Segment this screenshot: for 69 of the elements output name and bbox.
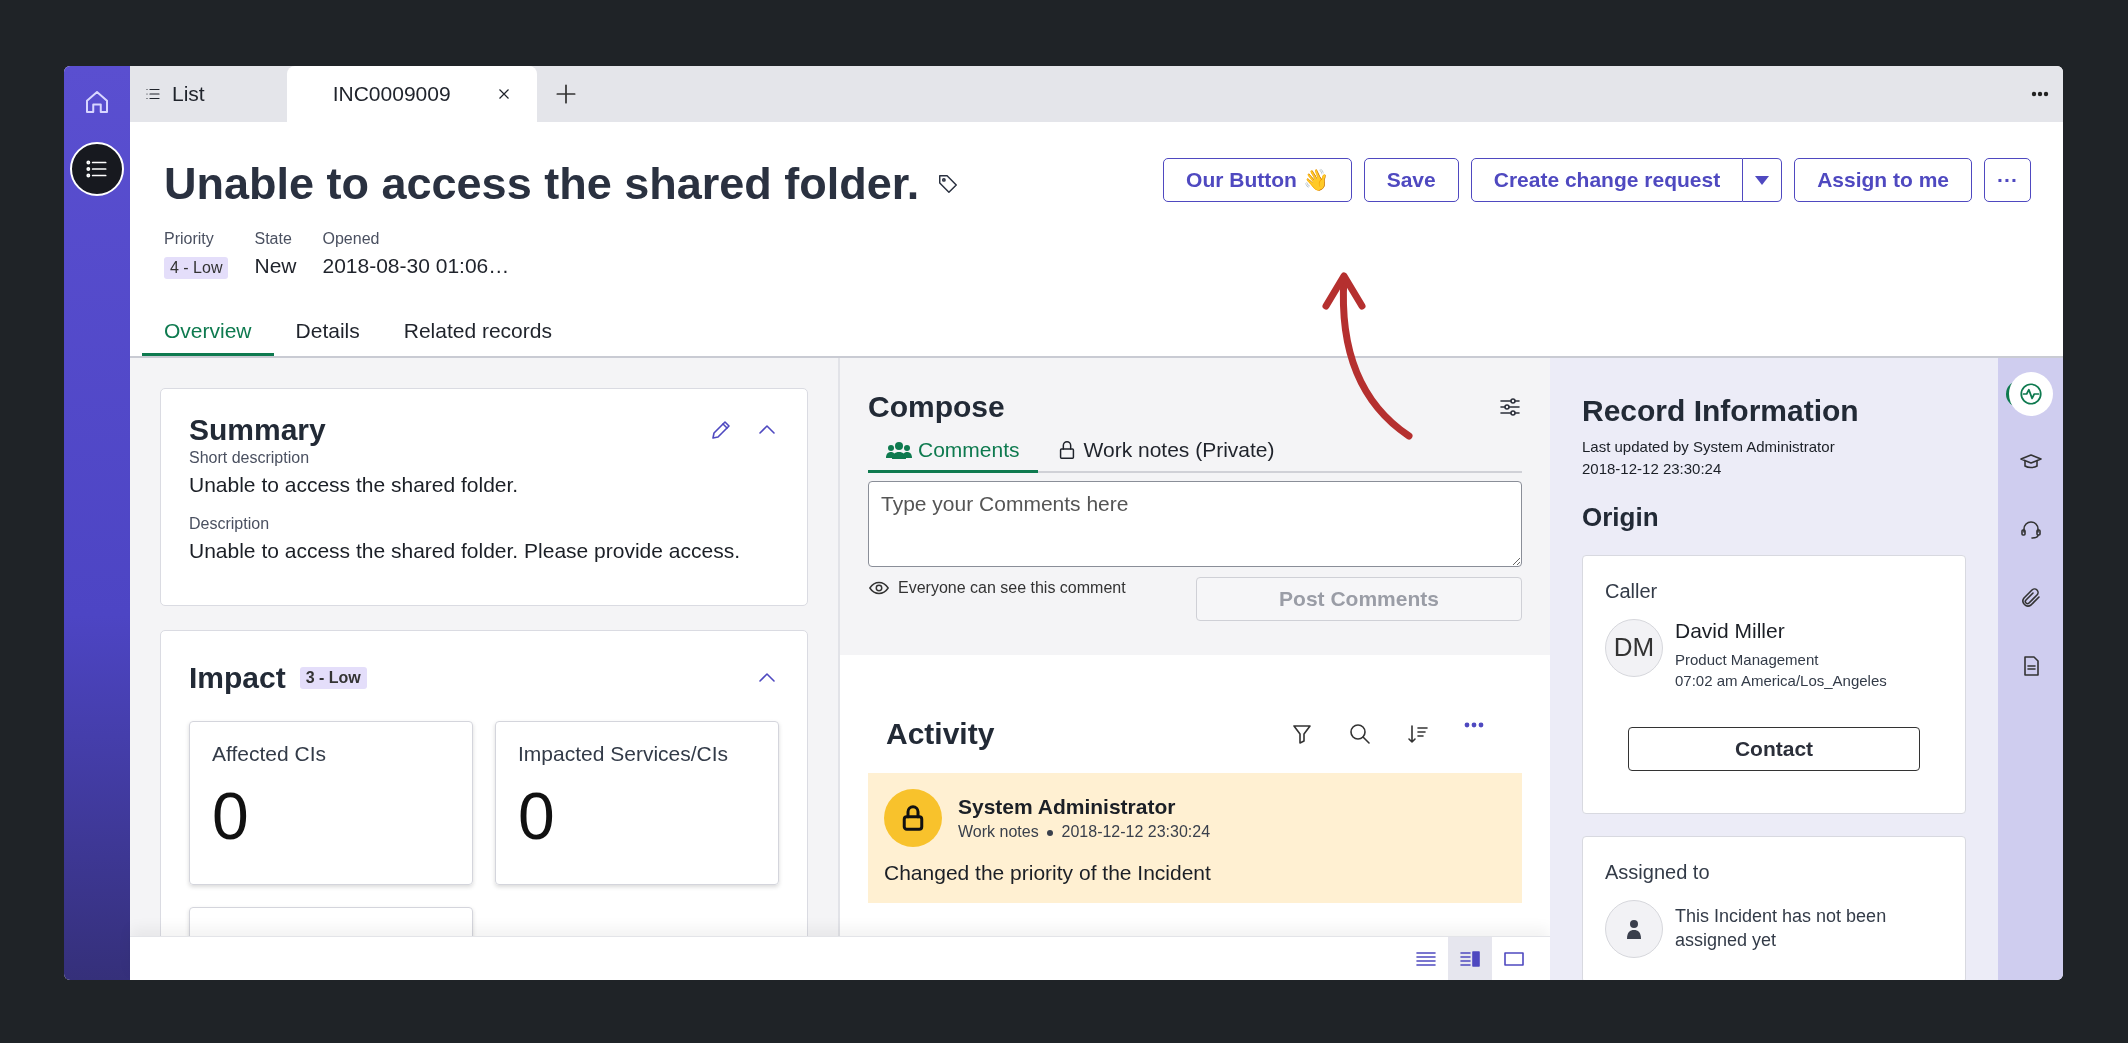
- entry-type: Work notes: [958, 823, 1039, 840]
- tile-label: Impacted Services/CIs: [518, 742, 730, 766]
- bullet-icon: [1047, 829, 1054, 836]
- card-heading: Assigned to: [1605, 860, 1711, 884]
- headset-icon: [2018, 518, 2043, 542]
- more-button[interactable]: ···: [1984, 158, 2031, 202]
- entry-time: 2018-12-12 23:30:24: [1061, 823, 1211, 840]
- pencil-icon: [709, 418, 733, 442]
- updated-time: 2018-12-12 23:30:24: [1582, 458, 1723, 479]
- field-label: Priority: [164, 230, 215, 248]
- initials-avatar: DM: [1605, 618, 1663, 677]
- count-tile[interactable]: Affected CIs 0: [189, 721, 473, 885]
- section-tab[interactable]: Details: [273, 319, 382, 356]
- more-icon[interactable]: [2031, 91, 2049, 97]
- section-tab[interactable]: Related records: [381, 319, 574, 356]
- record-tab[interactable]: List: [130, 66, 229, 122]
- compose-tab[interactable]: Comments: [868, 434, 1038, 473]
- priority-badge: 4 - Low: [164, 257, 229, 279]
- field-value: Unable to access the shared folder. Please provide access.: [189, 539, 741, 563]
- card-title: Impact: [189, 661, 286, 695]
- entry-text: Changed the priority of the Incident: [884, 861, 1212, 885]
- entry-author: System Administrator: [958, 795, 1177, 819]
- field-label: Description: [189, 515, 271, 533]
- field-label: State: [254, 230, 293, 248]
- visibility-note: Everyone can see this comment: [898, 579, 1126, 597]
- pulse-icon: [2017, 381, 2044, 407]
- card-title: Summary: [189, 413, 326, 447]
- field-value: New: [254, 254, 297, 277]
- comment-field[interactable]: Type your Comments here: [868, 481, 1522, 567]
- record-tab[interactable]: INC0009009: [286, 66, 537, 122]
- action-button[interactable]: Save: [1363, 158, 1459, 202]
- compose-title: Compose: [868, 390, 1005, 424]
- contact-button[interactable]: Contact: [1628, 726, 1920, 771]
- count-tile[interactable]: Impacted Services/CIs 0: [495, 721, 779, 885]
- field-label: Opened: [322, 230, 381, 248]
- compose-tab[interactable]: Work notes (Private): [1037, 434, 1293, 473]
- impact-badge: 3 - Low: [299, 667, 367, 689]
- filter-icon: [1290, 722, 1314, 746]
- activity-title: Activity: [886, 717, 995, 751]
- caller-department: Product Management: [1675, 649, 1820, 670]
- person-icon: [1626, 918, 1642, 939]
- dropdown-button[interactable]: [1743, 158, 1783, 202]
- action-button[interactable]: Create change request: [1470, 158, 1744, 202]
- record-title: Unable to access the shared folder.: [164, 158, 920, 210]
- field-label: Short description: [189, 449, 311, 467]
- updated-by: Last updated by System Administrator: [1582, 437, 1836, 457]
- caller-time: 07:02 am America/Los_Angeles: [1675, 670, 1887, 691]
- caller-name: David Miller: [1675, 618, 1786, 643]
- sliders-icon: [1498, 395, 1522, 419]
- field-value: Unable to access the shared folder.: [189, 473, 520, 497]
- people-icon: [886, 440, 912, 460]
- tag-icon: [937, 173, 960, 195]
- more-icon[interactable]: [1464, 722, 1484, 728]
- assigned-text: This Incident has not been assigned yet: [1675, 905, 1888, 952]
- tile-label: Affected CIs: [212, 742, 327, 766]
- side-panel-button[interactable]: [2008, 372, 2053, 416]
- sort-icon: [1406, 722, 1430, 746]
- card-heading: Caller: [1605, 579, 1659, 603]
- tile-count: 0: [212, 778, 250, 854]
- action-button[interactable]: Our Button 👋: [1163, 158, 1352, 202]
- panel-title: Record Information: [1582, 394, 1860, 428]
- tile-count: 0: [518, 778, 556, 854]
- list-button[interactable]: [70, 142, 124, 196]
- caret-icon: [1755, 175, 1770, 185]
- view-mode-button[interactable]: [1448, 937, 1492, 980]
- field-value: 2018-08-30 01:06…: [322, 254, 510, 277]
- action-button[interactable]: Assign to me: [1794, 158, 1972, 202]
- origin-title: Origin: [1582, 501, 1660, 533]
- search-icon: [1348, 722, 1372, 746]
